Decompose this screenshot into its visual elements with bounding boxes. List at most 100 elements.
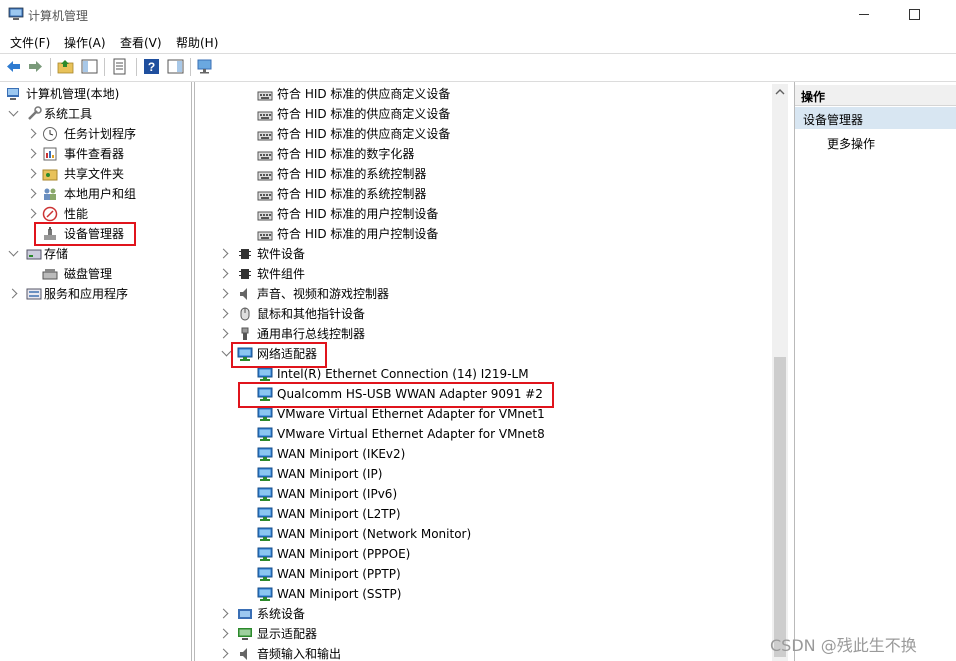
tree-item-services-apps[interactable]: 服务和应用程序 (4, 284, 189, 304)
device-category[interactable]: 声音、视频和游戏控制器 (195, 284, 770, 304)
chevron-right-icon[interactable] (218, 288, 229, 299)
chevron-right-icon[interactable] (218, 328, 229, 339)
more-actions-link[interactable]: 更多操作 (827, 135, 875, 152)
device-item-network-adapter[interactable]: WAN Miniport (L2TP) (195, 504, 770, 524)
network-adapter-icon (257, 547, 273, 561)
scan-hardware-icon[interactable] (197, 58, 214, 75)
actions-section-device-manager[interactable]: 设备管理器 (795, 107, 956, 129)
chevron-right-icon[interactable] (218, 248, 229, 259)
tree-item-event-viewer[interactable]: 事件查看器 (4, 144, 189, 164)
actions-pane: 操作 设备管理器 更多操作 (794, 82, 956, 661)
device-label: 符合 HID 标准的数字化器 (277, 147, 415, 161)
actions-section-label: 设备管理器 (803, 113, 864, 127)
chevron-right-icon[interactable] (218, 308, 229, 319)
device-item-network-adapter[interactable]: WAN Miniport (IP) (195, 464, 770, 484)
tree-item-storage[interactable]: 存储 (4, 244, 189, 264)
tree-root[interactable]: 计算机管理(本地) (4, 84, 189, 104)
device-category[interactable]: 音频输入和输出 (195, 644, 770, 661)
menu-file[interactable]: 文件(F) (10, 34, 50, 51)
minimize-button[interactable] (852, 4, 876, 24)
chevron-right-icon[interactable] (7, 288, 18, 299)
device-item-network-adapter[interactable]: WAN Miniport (PPTP) (195, 564, 770, 584)
tree-item-label: 本地用户和组 (64, 187, 137, 201)
device-item-hid[interactable]: 符合 HID 标准的供应商定义设备 (195, 124, 770, 144)
tree-item-shared-folders[interactable]: 共享文件夹 (4, 164, 189, 184)
device-category[interactable]: 软件设备 (195, 244, 770, 264)
menu-view[interactable]: 查看(V) (120, 34, 162, 51)
maximize-button[interactable] (902, 4, 926, 24)
device-label: 通用串行总线控制器 (257, 327, 366, 341)
scroll-up-icon[interactable] (772, 84, 788, 101)
device-label: 符合 HID 标准的系统控制器 (277, 187, 427, 201)
show-action-pane-icon[interactable] (167, 58, 184, 75)
properties-icon[interactable] (111, 58, 128, 75)
chevron-right-icon[interactable] (26, 168, 37, 179)
chevron-down-icon[interactable] (8, 246, 19, 257)
hid-device-icon (257, 151, 273, 161)
network-adapter-icon (257, 367, 273, 381)
scrollbar-thumb[interactable] (774, 357, 786, 657)
disk-icon (42, 269, 58, 280)
device-category[interactable]: 显示适配器 (195, 624, 770, 644)
sound-icon (240, 288, 247, 300)
chevron-down-icon[interactable] (8, 106, 19, 117)
chevron-right-icon[interactable] (218, 608, 229, 619)
forward-arrow-icon[interactable] (27, 58, 44, 75)
device-item-hid[interactable]: 符合 HID 标准的系统控制器 (195, 184, 770, 204)
device-item-network-adapter[interactable]: WAN Miniport (Network Monitor) (195, 524, 770, 544)
chevron-right-icon[interactable] (26, 148, 37, 159)
device-label: WAN Miniport (L2TP) (277, 507, 401, 521)
device-item-network-adapter[interactable]: WAN Miniport (SSTP) (195, 584, 770, 604)
shared-folder-icon (42, 169, 58, 181)
chevron-right-icon[interactable] (218, 648, 229, 659)
chevron-right-icon[interactable] (218, 268, 229, 279)
svg-text:?: ? (148, 60, 155, 74)
device-label: WAN Miniport (PPPOE) (277, 547, 411, 561)
clock-icon (43, 127, 57, 141)
tree-item-local-users[interactable]: 本地用户和组 (4, 184, 189, 204)
hid-device-icon (257, 191, 273, 201)
storage-icon (26, 249, 42, 260)
device-category[interactable]: 鼠标和其他指针设备 (195, 304, 770, 324)
device-category[interactable]: 软件组件 (195, 264, 770, 284)
device-category[interactable]: 通用串行总线控制器 (195, 324, 770, 344)
tree-item-task-scheduler[interactable]: 任务计划程序 (4, 124, 189, 144)
back-arrow-icon[interactable] (5, 58, 22, 75)
network-adapter-icon (257, 447, 273, 461)
tree-item-disk-management[interactable]: 磁盘管理 (4, 264, 189, 284)
device-item-hid[interactable]: 符合 HID 标准的系统控制器 (195, 164, 770, 184)
device-category[interactable]: 系统设备 (195, 604, 770, 624)
help-icon[interactable]: ? (143, 58, 160, 75)
device-label: WAN Miniport (IKEv2) (277, 447, 406, 461)
chevron-down-icon[interactable] (221, 346, 232, 357)
device-item-network-adapter[interactable]: WAN Miniport (PPPOE) (195, 544, 770, 564)
chevron-right-icon[interactable] (218, 628, 229, 639)
up-folder-icon[interactable] (57, 58, 74, 75)
device-label: 音频输入和输出 (257, 647, 342, 661)
title-bar: 计算机管理 (0, 0, 956, 30)
device-item-network-adapter[interactable]: VMware Virtual Ethernet Adapter for VMne… (195, 424, 770, 444)
show-hide-tree-icon[interactable] (81, 58, 98, 75)
device-item-hid[interactable]: 符合 HID 标准的用户控制设备 (195, 224, 770, 244)
network-adapter-icon (257, 407, 273, 421)
services-icon (26, 288, 42, 300)
network-adapter-icon (257, 527, 273, 541)
device-item-hid[interactable]: 符合 HID 标准的供应商定义设备 (195, 84, 770, 104)
chevron-right-icon[interactable] (26, 208, 37, 219)
menu-action[interactable]: 操作(A) (64, 34, 106, 51)
console-tree-pane: 计算机管理(本地) 系统工具 任务计划程序 事件查看器 共享文件夹 本地用户和组 (0, 82, 192, 661)
menu-help[interactable]: 帮助(H) (176, 34, 218, 51)
software-component-icon (239, 269, 251, 279)
tree-item-system-tools[interactable]: 系统工具 (4, 104, 189, 124)
device-item-network-adapter[interactable]: WAN Miniport (IPv6) (195, 484, 770, 504)
chevron-right-icon[interactable] (26, 128, 37, 139)
tree-item-performance[interactable]: 性能 (4, 204, 189, 224)
device-item-hid[interactable]: 符合 HID 标准的供应商定义设备 (195, 104, 770, 124)
software-device-icon (239, 249, 251, 259)
hid-device-icon (257, 91, 273, 101)
device-label: WAN Miniport (IP) (277, 467, 383, 481)
device-item-network-adapter[interactable]: WAN Miniport (IKEv2) (195, 444, 770, 464)
chevron-right-icon[interactable] (26, 188, 37, 199)
device-item-hid[interactable]: 符合 HID 标准的用户控制设备 (195, 204, 770, 224)
device-item-hid[interactable]: 符合 HID 标准的数字化器 (195, 144, 770, 164)
